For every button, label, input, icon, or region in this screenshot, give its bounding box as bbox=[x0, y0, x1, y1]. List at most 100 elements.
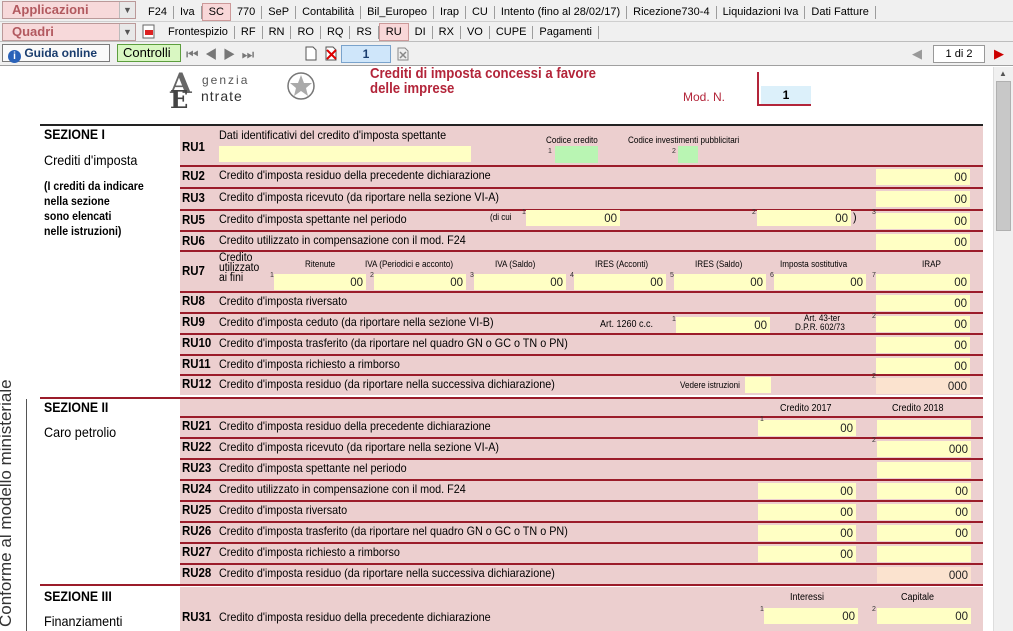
ru5-dicui-field1[interactable]: 00 bbox=[526, 210, 620, 226]
mod-number-field[interactable]: 1 bbox=[761, 86, 811, 104]
tab-irap[interactable]: Irap bbox=[434, 5, 466, 19]
ru24-credito2017[interactable]: 00 bbox=[758, 483, 856, 499]
quadro-vo[interactable]: VO bbox=[461, 25, 490, 39]
next-record-icon[interactable]: ▶ bbox=[223, 46, 242, 62]
ru5-dicui-field2[interactable]: 00 bbox=[757, 210, 851, 226]
quadri-dropdown[interactable]: Quadri ▼ bbox=[2, 23, 136, 41]
ru2-field[interactable]: 00 bbox=[876, 169, 970, 185]
ru21-credito2018[interactable] bbox=[877, 420, 971, 436]
sez1-note: (I crediti da indicare nella sezione sono … bbox=[44, 179, 144, 239]
controlli-button[interactable]: Controlli bbox=[117, 44, 181, 62]
ru10-field[interactable]: 00 bbox=[876, 337, 970, 353]
ru27-credito2018[interactable] bbox=[877, 546, 971, 562]
ru28-credito2018[interactable]: 000 bbox=[877, 567, 971, 583]
new-document-icon[interactable] bbox=[304, 46, 318, 61]
ru7-field-6[interactable]: 00 bbox=[774, 274, 866, 290]
ru1-input[interactable] bbox=[219, 146, 471, 162]
ru10-label: Credito d'imposta trasferito (da riporta… bbox=[219, 336, 568, 350]
ru10-code: RU10 bbox=[182, 335, 212, 350]
guida-online-button[interactable]: i Guida online bbox=[2, 44, 110, 63]
scroll-up-icon[interactable]: ▲ bbox=[999, 69, 1007, 78]
page-number-field[interactable]: 1 bbox=[341, 45, 391, 63]
form-title-line2: delle imprese bbox=[370, 80, 455, 97]
vertical-scrollbar[interactable]: ▲ bbox=[993, 67, 1013, 631]
ru7-field-7[interactable]: 00 bbox=[876, 274, 970, 290]
quadro-rx[interactable]: RX bbox=[433, 25, 461, 39]
row-divider bbox=[180, 291, 983, 293]
prev-page-icon[interactable]: ◀ bbox=[912, 46, 922, 62]
chevron-down-icon[interactable]: ▼ bbox=[119, 2, 135, 18]
ru26-credito2017[interactable]: 00 bbox=[758, 525, 856, 541]
ru5-field[interactable]: 00 bbox=[876, 213, 970, 229]
ru8-field[interactable]: 00 bbox=[876, 295, 970, 311]
quadro-rq[interactable]: RQ bbox=[321, 25, 351, 39]
tab-sep[interactable]: SeP bbox=[262, 5, 297, 19]
tab-iva[interactable]: Iva bbox=[174, 5, 202, 19]
ru21-credito2017[interactable]: 00 bbox=[758, 420, 856, 436]
ru22-credito2018[interactable]: 000 bbox=[877, 441, 971, 457]
quadro-ro[interactable]: RO bbox=[291, 25, 321, 39]
tab-dati-fatture[interactable]: Dati Fatture bbox=[805, 5, 876, 19]
codice-investimenti-field[interactable] bbox=[678, 146, 698, 163]
quadro-pagamenti[interactable]: Pagamenti bbox=[533, 25, 599, 39]
pdf-icon[interactable] bbox=[142, 24, 156, 39]
tab-contabilit-[interactable]: Contabilità bbox=[296, 5, 362, 19]
ru31-interessi-field[interactable]: 00 bbox=[764, 608, 858, 624]
ru3-field[interactable]: 00 bbox=[876, 191, 970, 207]
quadro-ru[interactable]: RU bbox=[378, 23, 409, 41]
ru1-col1-num: 1 bbox=[548, 148, 552, 155]
ru9-field1[interactable]: 00 bbox=[676, 317, 770, 333]
tab-bil-europeo[interactable]: Bil_Europeo bbox=[361, 5, 435, 19]
prev-record-icon[interactable]: ◀ bbox=[205, 46, 224, 62]
quadro-rs[interactable]: RS bbox=[350, 25, 379, 39]
next-page-icon[interactable]: ▶ bbox=[994, 46, 1004, 62]
ru7-field-2[interactable]: 00 bbox=[374, 274, 466, 290]
row-divider bbox=[180, 165, 983, 167]
ru25-credito2018[interactable]: 00 bbox=[877, 504, 971, 520]
tab-intento-fino-al-28-02-17-[interactable]: Intento (fino al 28/02/17) bbox=[495, 5, 628, 19]
ru31-capitale-field[interactable]: 00 bbox=[877, 608, 971, 624]
ru12-field[interactable]: 000 bbox=[876, 378, 970, 394]
mod-label: Mod. N. bbox=[683, 90, 726, 104]
quadro-rf[interactable]: RF bbox=[235, 25, 263, 39]
quadro-rn[interactable]: RN bbox=[263, 25, 292, 39]
tab-sc[interactable]: SC bbox=[201, 3, 231, 21]
sez3-background bbox=[180, 587, 983, 631]
ru7-field-3[interactable]: 00 bbox=[474, 274, 566, 290]
tab-770[interactable]: 770 bbox=[231, 5, 263, 19]
ru6-field[interactable]: 00 bbox=[876, 234, 970, 250]
tab-liquidazioni-iva[interactable]: Liquidazioni Iva bbox=[717, 5, 806, 19]
last-record-icon[interactable]: ⏭ bbox=[242, 46, 261, 62]
ru7-field-1[interactable]: 00 bbox=[274, 274, 366, 290]
tab-ricezione730-4[interactable]: Ricezione730-4 bbox=[627, 5, 717, 19]
ru9-field[interactable]: 00 bbox=[876, 316, 970, 332]
ru7-field-5[interactable]: 00 bbox=[674, 274, 766, 290]
ru22-code: RU22 bbox=[182, 439, 212, 454]
first-record-icon[interactable]: ⏮ bbox=[186, 46, 205, 62]
ru25-credito2017[interactable]: 00 bbox=[758, 504, 856, 520]
ru7-col-header-7: IRAP bbox=[922, 259, 941, 269]
applicazioni-dropdown[interactable]: Applicazioni ▼ bbox=[2, 1, 136, 19]
ru27-label: Credito d'imposta richiesto a rimborso bbox=[219, 545, 400, 559]
ru3-label: Credito d'imposta ricevuto (da riportare… bbox=[219, 190, 499, 204]
ru11-field[interactable]: 00 bbox=[876, 358, 970, 374]
quadro-cupe[interactable]: CUPE bbox=[490, 25, 534, 39]
ru12-vedere-field[interactable] bbox=[745, 377, 771, 393]
ru23-code: RU23 bbox=[182, 460, 212, 475]
tab-cu[interactable]: CU bbox=[466, 5, 495, 19]
chevron-down-icon[interactable]: ▼ bbox=[119, 24, 135, 40]
ru7-field-4[interactable]: 00 bbox=[574, 274, 666, 290]
delete-page-icon[interactable] bbox=[396, 47, 410, 61]
ru24-credito2018[interactable]: 00 bbox=[877, 483, 971, 499]
ru27-credito2017[interactable]: 00 bbox=[758, 546, 856, 562]
ru23-credito2018[interactable] bbox=[877, 462, 971, 478]
ru2-code: RU2 bbox=[182, 168, 205, 183]
scroll-thumb[interactable] bbox=[996, 81, 1011, 231]
delete-document-icon[interactable] bbox=[324, 46, 339, 61]
ru26-credito2018[interactable]: 00 bbox=[877, 525, 971, 541]
tab-f24[interactable]: F24 bbox=[142, 5, 174, 19]
ru26-code: RU26 bbox=[182, 523, 212, 538]
quadro-di[interactable]: DI bbox=[409, 25, 433, 39]
codice-credito-field[interactable] bbox=[555, 146, 598, 163]
quadro-frontespizio[interactable]: Frontespizio bbox=[162, 25, 235, 39]
